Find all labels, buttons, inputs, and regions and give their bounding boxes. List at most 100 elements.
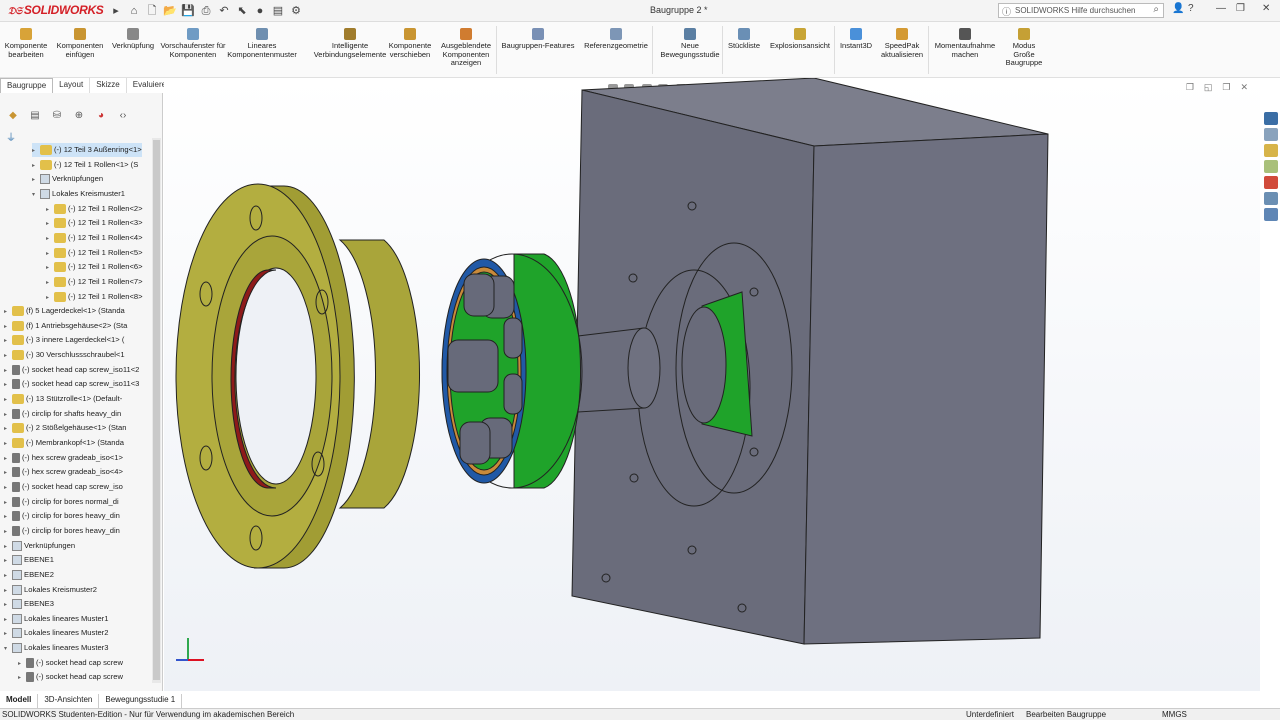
tree-item[interactable]: ▸ (-) 3 innere Lagerdeckel<1> ( [4, 333, 124, 347]
expand-arrow-icon[interactable]: ▸ [4, 598, 12, 612]
expand-arrow-icon[interactable]: ▸ [4, 334, 12, 348]
expand-arrow-icon[interactable]: ▸ [4, 525, 12, 539]
help-search-input[interactable]: ⓘ SOLIDWORKS Hilfe durchsuchen ⌕ [998, 3, 1164, 18]
display-manager-icon[interactable]: ◕ [92, 108, 110, 124]
expand-arrow-icon[interactable]: ▸ [46, 203, 54, 217]
tree-item[interactable]: ▸ (-) 12 Teil 1 Rollen<4> [46, 231, 143, 245]
options-gear-icon[interactable]: ⚙ [288, 3, 304, 19]
tree-item[interactable]: ▸ (-) socket head cap screw [18, 656, 123, 670]
ribbon-button-10[interactable]: Referenzgeometrie [582, 28, 650, 51]
view-window-controls[interactable]: ❐◱❐✕ [1186, 82, 1258, 93]
tree-item[interactable]: ▸ (-) socket head cap screw_iso11<3 [4, 377, 139, 391]
expand-arrow-icon[interactable]: ▸ [4, 554, 12, 568]
restore-icon[interactable]: ❐ [1236, 3, 1245, 14]
expand-arrow-icon[interactable]: ▸ [4, 510, 12, 524]
command-tab[interactable]: Skizze [90, 78, 127, 93]
expand-arrow-icon[interactable]: ▸ [46, 276, 54, 290]
expand-arrow-icon[interactable]: ▸ [4, 378, 12, 392]
tree-item[interactable]: ▸ (-) 2 Stößelgehäuse<1> (Stan [4, 421, 126, 435]
expand-arrow-icon[interactable]: ▸ [108, 3, 124, 19]
tree-item[interactable]: ▸ Verknüpfungen [4, 539, 75, 553]
solidworks-resources-icon[interactable] [1264, 112, 1278, 125]
expand-arrow-icon[interactable]: ▸ [4, 408, 12, 422]
appearances-icon[interactable] [1264, 176, 1278, 189]
tree-item[interactable]: ▸ Verknüpfungen [32, 172, 103, 186]
expand-arrow-icon[interactable]: ▸ [4, 613, 12, 627]
tree-item[interactable]: ▸ (-) Membrankopf<1> (Standa [4, 436, 124, 450]
tree-item[interactable]: ▸ (-) 12 Teil 1 Rollen<7> [46, 275, 143, 289]
expand-arrow-icon[interactable]: ▾ [32, 188, 40, 202]
expand-arrow-icon[interactable]: ▾ [4, 642, 12, 656]
ribbon-button-8[interactable]: Ausgeblendete Komponenten anzeigen [438, 28, 494, 68]
expand-arrow-icon[interactable]: ▸ [4, 320, 12, 334]
panel-arrows-icon[interactable]: ‹› [114, 108, 132, 124]
tree-item[interactable]: ▸ (-) socket head cap screw [18, 670, 123, 684]
tree-item[interactable]: ▸ (-) 13 Stützrolle<1> (Default- [4, 392, 122, 406]
ribbon-button-7[interactable]: Komponente verschieben [384, 28, 436, 59]
expand-arrow-icon[interactable]: ▸ [4, 305, 12, 319]
expand-arrow-icon[interactable]: ▸ [4, 437, 12, 451]
expand-arrow-icon[interactable]: ▸ [4, 584, 12, 598]
ribbon-button-5[interactable]: Lineares Komponentenmuster [226, 28, 298, 59]
tree-item[interactable]: ▸ (f) 5 Lagerdeckel<1> (Standa [4, 304, 125, 318]
design-library-icon[interactable] [1264, 128, 1278, 141]
expand-arrow-icon[interactable]: ▸ [46, 217, 54, 231]
ribbon-button-1[interactable]: Komponente bearbeiten [4, 28, 48, 59]
tree-item[interactable]: ▸ (-) circlip for shafts heavy_din [4, 407, 121, 421]
expand-arrow-icon[interactable]: ▸ [4, 422, 12, 436]
tree-item[interactable]: ▸ (-) socket head cap screw_iso [4, 480, 123, 494]
tree-item[interactable]: ▸ Lokales lineares Muster2 [4, 626, 108, 640]
tree-item[interactable]: ▸ (-) hex screw gradeab_iso<1> [4, 451, 123, 465]
bearing-cover-part[interactable] [175, 183, 420, 569]
tree-item[interactable]: ▸ (-) 12 Teil 1 Rollen<6> [46, 260, 143, 274]
command-tab[interactable]: Layout [53, 78, 91, 93]
expand-arrow-icon[interactable]: ▸ [18, 671, 26, 685]
undo-icon[interactable]: ↶ [216, 3, 232, 19]
ribbon-button-14[interactable]: Instant3D [836, 28, 876, 51]
tree-item[interactable]: ▸ EBENE2 [4, 568, 54, 582]
tree-item[interactable]: ▸ EBENE3 [4, 597, 54, 611]
expand-arrow-icon[interactable]: ▸ [32, 159, 40, 173]
tree-item[interactable]: ▸ (f) 1 Antriebsgehäuse<2> (Sta [4, 319, 127, 333]
expand-arrow-icon[interactable]: ▸ [32, 173, 40, 187]
expand-arrow-icon[interactable]: ▸ [4, 466, 12, 480]
expand-arrow-icon[interactable]: ▸ [4, 540, 12, 554]
close-icon[interactable]: ✕ [1262, 3, 1270, 14]
tree-item[interactable]: ▸ (-) 12 Teil 1 Rollen<3> [46, 216, 143, 230]
expand-arrow-icon[interactable]: ▸ [4, 364, 12, 378]
configuration-manager-icon[interactable]: ⛁ [48, 108, 66, 124]
expand-arrow-icon[interactable]: ▸ [46, 232, 54, 246]
filter-icon[interactable]: ⏚ [6, 129, 16, 144]
file-explorer-icon[interactable] [1264, 144, 1278, 157]
ribbon-button-13[interactable]: Explosionsansicht [766, 28, 834, 51]
expand-arrow-icon[interactable]: ▸ [46, 291, 54, 305]
ribbon-button-3[interactable]: Verknüpfung [110, 28, 156, 51]
bottom-tab[interactable]: 3D-Ansichten [38, 694, 100, 708]
ribbon-button-2[interactable]: Komponenten einfügen [52, 28, 108, 59]
open-folder-icon[interactable]: 📂 [162, 3, 178, 19]
ribbon-button-16[interactable]: Momentaufnahme machen [930, 28, 1000, 59]
help-icon[interactable]: ? [1188, 3, 1194, 14]
custom-properties-icon[interactable] [1264, 192, 1278, 205]
ribbon-button-12[interactable]: Stückliste [724, 28, 764, 51]
expand-arrow-icon[interactable]: ▸ [4, 452, 12, 466]
tree-item[interactable]: ▸ (-) 12 Teil 1 Rollen<8> [46, 290, 143, 304]
ribbon-button-9[interactable]: Baugruppen-Features [498, 28, 578, 51]
tree-item[interactable]: ▾ Lokales Kreismuster1 [32, 187, 125, 201]
search-icon[interactable]: ⌕ [1153, 4, 1159, 15]
bottom-tab[interactable]: Modell [0, 694, 39, 708]
ribbon-button-15[interactable]: SpeedPak aktualisieren [878, 28, 926, 59]
select-pointer-icon[interactable]: ⬉ [234, 3, 250, 19]
ribbon-button-11[interactable]: Neue Bewegungsstudie [654, 28, 726, 59]
home-icon[interactable]: ⌂ [126, 3, 142, 19]
tree-item[interactable]: ▸ (-) circlip for bores heavy_din [4, 524, 120, 538]
new-document-icon[interactable]: 🗋 [144, 3, 160, 19]
dimxpert-icon[interactable]: ⊕ [70, 108, 88, 124]
expand-arrow-icon[interactable]: ▸ [4, 569, 12, 583]
tree-item[interactable]: ▸ Lokales Kreismuster2 [4, 583, 97, 597]
bottom-tab[interactable]: Bewegungsstudie 1 [99, 694, 183, 708]
tree-item[interactable]: ▸ (-) 12 Teil 3 Außenring<1> [32, 143, 142, 157]
ribbon-button-17[interactable]: Modus Große Baugruppe [1002, 28, 1046, 68]
save-icon[interactable]: 💾 [180, 3, 196, 19]
user-icon[interactable]: 👤 [1172, 3, 1184, 14]
